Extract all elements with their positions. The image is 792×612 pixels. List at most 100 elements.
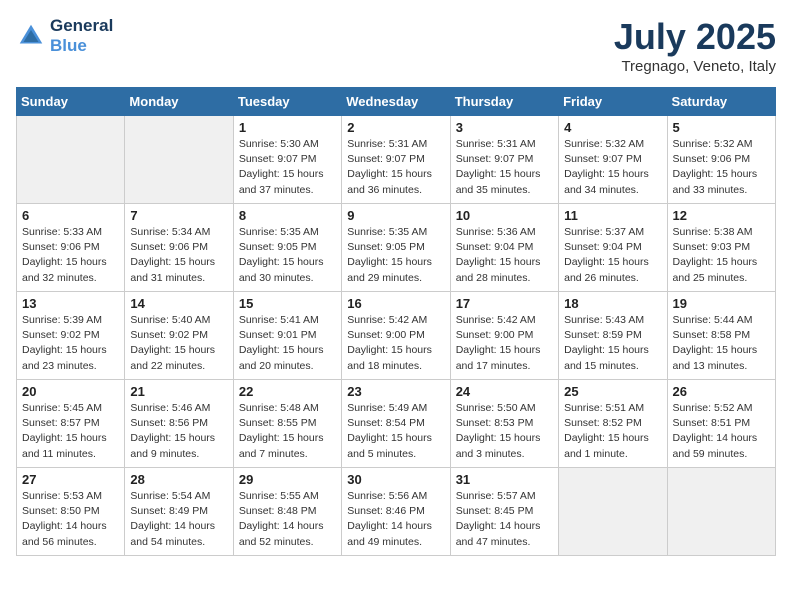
cell-info: Sunrise: 5:54 AMSunset: 8:49 PMDaylight:… [130,489,227,550]
cell-info: Sunrise: 5:53 AMSunset: 8:50 PMDaylight:… [22,489,119,550]
calendar-cell [17,116,125,204]
cell-info: Sunrise: 5:32 AMSunset: 9:06 PMDaylight:… [673,137,770,198]
calendar-cell: 2 Sunrise: 5:31 AMSunset: 9:07 PMDaylight… [342,116,450,204]
cell-info: Sunrise: 5:37 AMSunset: 9:04 PMDaylight:… [564,225,661,286]
calendar-cell: 19 Sunrise: 5:44 AMSunset: 8:58 PMDayligh… [667,292,775,380]
day-number: 29 [239,472,336,487]
cell-info: Sunrise: 5:32 AMSunset: 9:07 PMDaylight:… [564,137,661,198]
col-header-sunday: Sunday [17,88,125,116]
day-number: 28 [130,472,227,487]
logo-icon [16,21,46,51]
cell-info: Sunrise: 5:52 AMSunset: 8:51 PMDaylight:… [673,401,770,462]
cell-info: Sunrise: 5:56 AMSunset: 8:46 PMDaylight:… [347,489,444,550]
cell-info: Sunrise: 5:50 AMSunset: 8:53 PMDaylight:… [456,401,553,462]
calendar-cell: 4 Sunrise: 5:32 AMSunset: 9:07 PMDaylight… [559,116,667,204]
title-block: July 2025 Tregnago, Veneto, Italy [614,16,776,75]
calendar-cell: 3Sunrise: 5:31 AMSunset: 9:07 PMDaylight… [450,116,558,204]
day-number: 15 [239,296,336,311]
cell-info: Sunrise: 5:57 AMSunset: 8:45 PMDaylight:… [456,489,553,550]
cell-info: Sunrise: 5:48 AMSunset: 8:55 PMDaylight:… [239,401,336,462]
day-number: 4 [564,120,661,135]
calendar-cell: 25Sunrise: 5:51 AMSunset: 8:52 PMDayligh… [559,380,667,468]
col-header-friday: Friday [559,88,667,116]
calendar-cell: 24 Sunrise: 5:50 AMSunset: 8:53 PMDayligh… [450,380,558,468]
cell-info: Sunrise: 5:49 AMSunset: 8:54 PMDaylight:… [347,401,444,462]
calendar-cell: 11 Sunrise: 5:37 AMSunset: 9:04 PMDayligh… [559,204,667,292]
calendar-cell: 17Sunrise: 5:42 AMSunset: 9:00 PMDayligh… [450,292,558,380]
logo: General Blue [16,16,113,56]
day-number: 13 [22,296,119,311]
day-number: 21 [130,384,227,399]
day-number: 22 [239,384,336,399]
day-number: 31 [456,472,553,487]
week-row-5: 27 Sunrise: 5:53 AMSunset: 8:50 PMDayligh… [17,468,776,556]
day-number: 5 [673,120,770,135]
cell-info: Sunrise: 5:39 AMSunset: 9:02 PMDaylight:… [22,313,119,374]
day-number: 1 [239,120,336,135]
cell-info: Sunrise: 5:36 AMSunset: 9:04 PMDaylight:… [456,225,553,286]
calendar-cell: 20Sunrise: 5:45 AMSunset: 8:57 PMDayligh… [17,380,125,468]
col-header-monday: Monday [125,88,233,116]
week-row-2: 6Sunrise: 5:33 AMSunset: 9:06 PMDaylight… [17,204,776,292]
day-number: 12 [673,208,770,223]
cell-info: Sunrise: 5:33 AMSunset: 9:06 PMDaylight:… [22,225,119,286]
calendar-cell: 7 Sunrise: 5:34 AMSunset: 9:06 PMDaylight… [125,204,233,292]
calendar-cell: 23 Sunrise: 5:49 AMSunset: 8:54 PMDayligh… [342,380,450,468]
calendar-cell [667,468,775,556]
calendar-cell: 8 Sunrise: 5:35 AMSunset: 9:05 PMDaylight… [233,204,341,292]
col-header-wednesday: Wednesday [342,88,450,116]
calendar-cell: 1 Sunrise: 5:30 AMSunset: 9:07 PMDaylight… [233,116,341,204]
day-number: 18 [564,296,661,311]
cell-info: Sunrise: 5:43 AMSunset: 8:59 PMDaylight:… [564,313,661,374]
day-number: 8 [239,208,336,223]
calendar-cell: 27 Sunrise: 5:53 AMSunset: 8:50 PMDayligh… [17,468,125,556]
cell-info: Sunrise: 5:35 AMSunset: 9:05 PMDaylight:… [239,225,336,286]
calendar-cell: 10 Sunrise: 5:36 AMSunset: 9:04 PMDayligh… [450,204,558,292]
cell-info: Sunrise: 5:46 AMSunset: 8:56 PMDaylight:… [130,401,227,462]
day-number: 23 [347,384,444,399]
cell-info: Sunrise: 5:40 AMSunset: 9:02 PMDaylight:… [130,313,227,374]
cell-info: Sunrise: 5:38 AMSunset: 9:03 PMDaylight:… [673,225,770,286]
day-number: 2 [347,120,444,135]
day-number: 20 [22,384,119,399]
week-row-1: 1 Sunrise: 5:30 AMSunset: 9:07 PMDaylight… [17,116,776,204]
calendar-cell: 30 Sunrise: 5:56 AMSunset: 8:46 PMDayligh… [342,468,450,556]
col-header-saturday: Saturday [667,88,775,116]
day-number: 7 [130,208,227,223]
day-number: 27 [22,472,119,487]
month-title: July 2025 [614,16,776,58]
day-number: 25 [564,384,661,399]
day-number: 26 [673,384,770,399]
cell-info: Sunrise: 5:30 AMSunset: 9:07 PMDaylight:… [239,137,336,198]
day-number: 16 [347,296,444,311]
week-row-4: 20Sunrise: 5:45 AMSunset: 8:57 PMDayligh… [17,380,776,468]
day-number: 11 [564,208,661,223]
calendar-cell: 29Sunrise: 5:55 AMSunset: 8:48 PMDayligh… [233,468,341,556]
day-number: 24 [456,384,553,399]
calendar-cell: 18 Sunrise: 5:43 AMSunset: 8:59 PMDayligh… [559,292,667,380]
cell-info: Sunrise: 5:41 AMSunset: 9:01 PMDaylight:… [239,313,336,374]
day-number: 14 [130,296,227,311]
day-number: 10 [456,208,553,223]
cell-info: Sunrise: 5:42 AMSunset: 9:00 PMDaylight:… [347,313,444,374]
cell-info: Sunrise: 5:31 AMSunset: 9:07 PMDaylight:… [347,137,444,198]
calendar-cell: 12 Sunrise: 5:38 AMSunset: 9:03 PMDayligh… [667,204,775,292]
calendar-cell: 22 Sunrise: 5:48 AMSunset: 8:55 PMDayligh… [233,380,341,468]
calendar-cell: 14 Sunrise: 5:40 AMSunset: 9:02 PMDayligh… [125,292,233,380]
calendar-cell: 13 Sunrise: 5:39 AMSunset: 9:02 PMDayligh… [17,292,125,380]
calendar-table: SundayMondayTuesdayWednesdayThursdayFrid… [16,87,776,556]
cell-info: Sunrise: 5:31 AMSunset: 9:07 PMDaylight:… [456,137,553,198]
col-header-tuesday: Tuesday [233,88,341,116]
calendar-cell: 6Sunrise: 5:33 AMSunset: 9:06 PMDaylight… [17,204,125,292]
day-number: 30 [347,472,444,487]
calendar-cell [559,468,667,556]
cell-info: Sunrise: 5:44 AMSunset: 8:58 PMDaylight:… [673,313,770,374]
cell-info: Sunrise: 5:34 AMSunset: 9:06 PMDaylight:… [130,225,227,286]
header-row: SundayMondayTuesdayWednesdayThursdayFrid… [17,88,776,116]
page-header: General Blue July 2025 Tregnago, Veneto,… [16,16,776,75]
cell-info: Sunrise: 5:42 AMSunset: 9:00 PMDaylight:… [456,313,553,374]
calendar-cell: 15 Sunrise: 5:41 AMSunset: 9:01 PMDayligh… [233,292,341,380]
calendar-cell: 9Sunrise: 5:35 AMSunset: 9:05 PMDaylight… [342,204,450,292]
day-number: 19 [673,296,770,311]
location: Tregnago, Veneto, Italy [614,58,776,75]
